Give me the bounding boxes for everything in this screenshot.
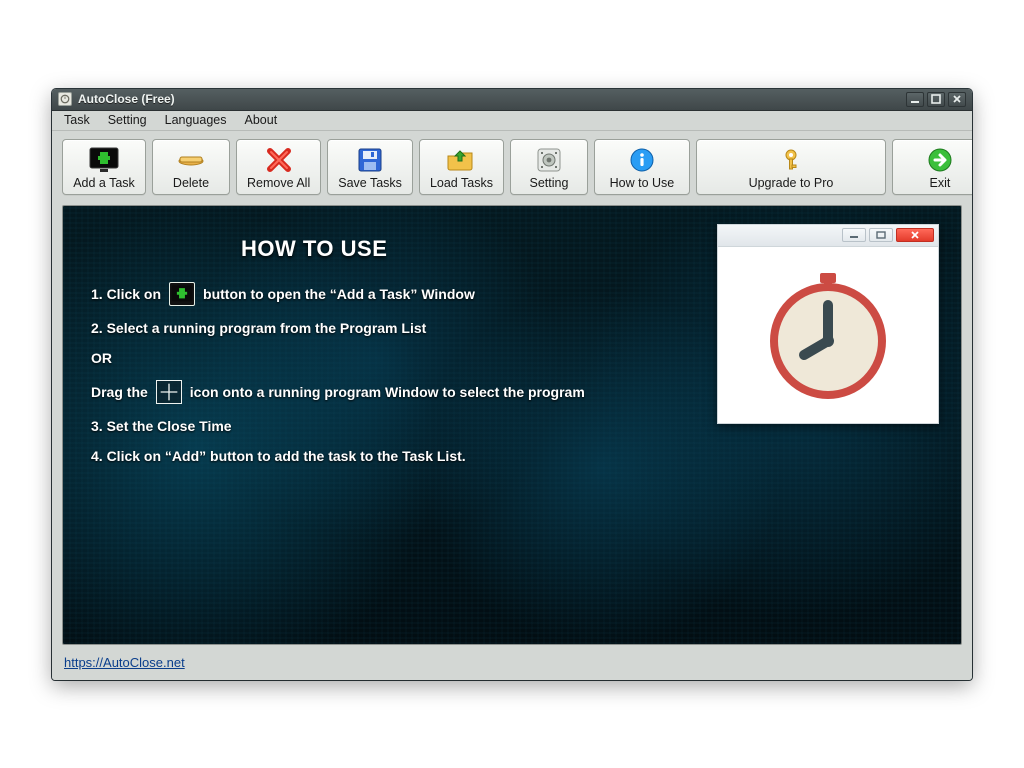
crosshair-icon (156, 380, 182, 404)
upgrade-pro-button[interactable]: Upgrade to Pro (696, 139, 886, 195)
illus-close-icon (896, 228, 934, 242)
menu-languages[interactable]: Languages (157, 112, 235, 128)
howto-heading: HOW TO USE (241, 236, 691, 262)
illus-max-icon (869, 228, 893, 242)
step1: 1. Click on button to open the “Add a Ta… (91, 282, 691, 306)
info-icon (629, 146, 655, 174)
minimize-button[interactable] (906, 92, 924, 107)
minus-icon (177, 146, 205, 174)
window-title: AutoClose (Free) (78, 92, 175, 106)
howto-text: HOW TO USE 1. Click on button to open th… (91, 236, 691, 478)
upgrade-label: Upgrade to Pro (749, 176, 834, 190)
app-icon (58, 92, 72, 106)
delete-button[interactable]: Delete (152, 139, 230, 195)
load-tasks-label: Load Tasks (430, 176, 493, 190)
help-button[interactable]: How to Use (594, 139, 690, 195)
delete-label: Delete (173, 176, 209, 190)
close-button[interactable] (948, 92, 966, 107)
save-tasks-button[interactable]: Save Tasks (327, 139, 413, 195)
content-area: HOW TO USE 1. Click on button to open th… (52, 199, 972, 651)
howto-panel: HOW TO USE 1. Click on button to open th… (62, 205, 962, 645)
stopwatch-icon (718, 247, 938, 423)
app-window: AutoClose (Free) Task Setting Languages … (52, 89, 972, 680)
menu-setting[interactable]: Setting (100, 112, 155, 128)
add-task-button[interactable]: Add a Task (62, 139, 146, 195)
x-icon (265, 146, 293, 174)
titlebar: AutoClose (Free) (52, 89, 972, 111)
key-icon (778, 146, 804, 174)
floppy-icon (357, 146, 383, 174)
exit-label: Exit (930, 176, 951, 190)
add-task-label: Add a Task (73, 176, 135, 190)
illustration-titlebar (718, 225, 938, 247)
step-drag: Drag the icon onto a running program Win… (91, 380, 691, 404)
footer: https://AutoClose.net (52, 651, 972, 680)
step4: 4. Click on “Add” button to add the task… (91, 448, 691, 464)
maximize-button[interactable] (927, 92, 945, 107)
step-or: OR (91, 350, 691, 366)
settings-label: Setting (529, 176, 568, 190)
step3: 3. Set the Close Time (91, 418, 691, 434)
load-tasks-button[interactable]: Load Tasks (419, 139, 504, 195)
exit-button[interactable]: Exit (892, 139, 972, 195)
menubar: Task Setting Languages About (52, 111, 972, 131)
website-link[interactable]: https://AutoClose.net (64, 655, 185, 670)
menu-task[interactable]: Task (56, 112, 98, 128)
remove-all-label: Remove All (247, 176, 310, 190)
menu-about[interactable]: About (237, 112, 286, 128)
illustration-window (717, 224, 939, 424)
settings-button[interactable]: Setting (510, 139, 588, 195)
save-tasks-label: Save Tasks (338, 176, 402, 190)
plus-screen-icon-inline (169, 282, 195, 306)
illus-min-icon (842, 228, 866, 242)
help-label: How to Use (610, 176, 675, 190)
step2: 2. Select a running program from the Pro… (91, 320, 691, 336)
exit-arrow-icon (927, 146, 953, 174)
folder-up-icon (446, 146, 476, 174)
plus-screen-icon (89, 146, 119, 174)
remove-all-button[interactable]: Remove All (236, 139, 321, 195)
toolbar: Add a Task Delete (52, 131, 972, 199)
gear-panel-icon (536, 146, 562, 174)
